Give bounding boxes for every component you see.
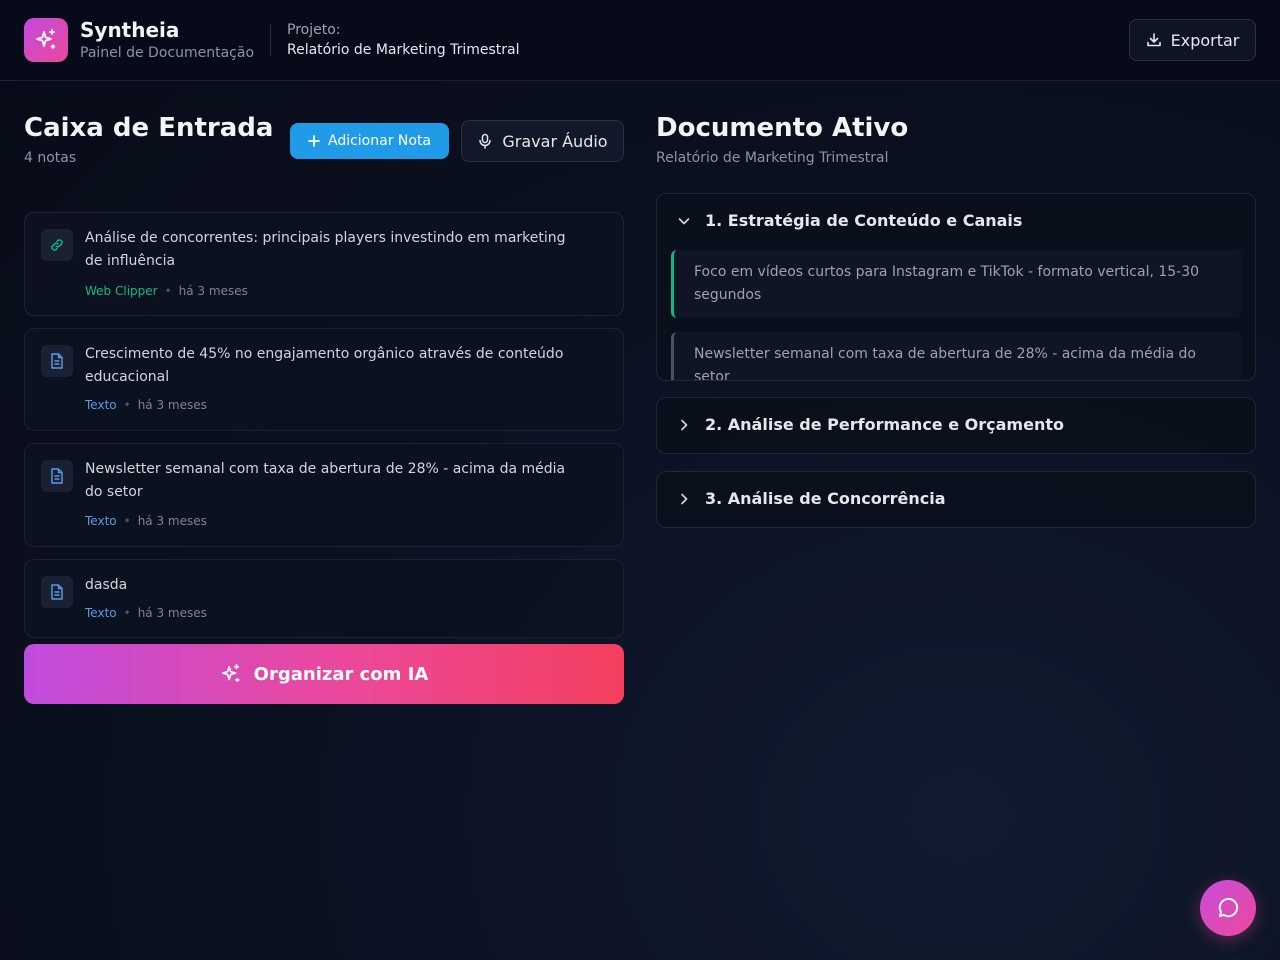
note-card[interactable]: Análise de concorrentes: principais play… [24,212,624,316]
chevron-right-icon [681,419,688,431]
organize-with-ai-button[interactable]: Organizar com IA [24,644,624,704]
note-meta: Texto • há 3 meses [85,514,207,528]
inbox-title: Caixa de Entrada [24,113,274,143]
microphone-icon [479,133,492,149]
note-source: Texto [85,514,117,528]
section-item[interactable]: Newsletter semanal com taxa de abertura … [671,332,1241,380]
chat-bubble-icon [1218,897,1239,918]
section-header[interactable]: 1. Estratégia de Conteúdo e Canais [657,194,1255,250]
chevron-right-icon [681,493,688,505]
note-meta: Texto • há 3 meses [85,398,207,412]
add-note-button[interactable]: Adicionar Nota [290,123,449,159]
section-header[interactable]: 3. Análise de Concorrência [657,472,1255,527]
record-audio-label: Gravar Áudio [502,131,608,151]
section-title: 1. Estratégia de Conteúdo e Canais [705,211,1023,230]
note-text: Newsletter semanal com taxa de abertura … [85,461,566,500]
note-time: há 3 meses [178,284,248,298]
document-section: 3. Análise de Concorrência [656,471,1256,528]
sparkles-logo-icon [24,18,68,62]
note-card[interactable]: dasda Texto • há 3 meses [24,559,624,638]
document-title: Documento Ativo [656,113,909,143]
note-source: Web Clipper [85,284,158,298]
sparkles-icon [221,664,240,683]
organize-label: Organizar com IA [253,663,429,685]
link-icon [41,229,73,261]
note-text: Crescimento de 45% no engajamento orgâni… [85,346,564,385]
note-text: Análise de concorrentes: principais play… [85,230,566,269]
document-subtitle: Relatório de Marketing Trimestral [656,150,889,166]
note-source: Texto [85,606,117,620]
document-section: 2. Análise de Performance e Orçamento [656,397,1256,454]
project-label: Projeto: [287,22,341,38]
add-note-label: Adicionar Nota [327,133,432,149]
note-time: há 3 meses [137,398,207,412]
section-title: 2. Análise de Performance e Orçamento [705,415,1064,434]
document-section: 1. Estratégia de Conteúdo e Canais Foco … [656,193,1256,381]
note-time: há 3 meses [137,606,207,620]
document-icon [41,345,73,377]
record-audio-button[interactable]: Gravar Áudio [461,120,624,162]
note-time: há 3 meses [137,514,207,528]
app-header: Syntheia Painel de Documentação Projeto:… [0,0,1280,81]
project-name: Relatório de Marketing Trimestral [287,42,520,58]
section-title: 3. Análise de Concorrência [705,489,946,508]
chevron-down-icon [678,218,690,225]
export-label: Exportar [1170,30,1240,50]
section-header[interactable]: 2. Análise de Performance e Orçamento [657,398,1255,453]
notes-count: 4 notas [24,150,77,166]
document-icon [41,576,73,608]
download-icon [1146,33,1161,47]
brand-subtitle: Painel de Documentação [80,45,255,61]
document-icon [41,460,73,492]
note-source: Texto [85,398,117,412]
note-meta: Texto • há 3 meses [85,606,207,620]
note-text: dasda [85,577,128,593]
brand-name: Syntheia [80,18,180,42]
plus-icon [308,135,320,147]
header-divider [270,24,271,56]
chat-button[interactable] [1200,880,1256,936]
note-meta: Web Clipper • há 3 meses [85,284,248,298]
export-button[interactable]: Exportar [1129,19,1256,61]
section-item[interactable]: Foco em vídeos curtos para Instagram e T… [671,250,1241,318]
note-card[interactable]: Newsletter semanal com taxa de abertura … [24,443,624,547]
note-card[interactable]: Crescimento de 45% no engajamento orgâni… [24,328,624,431]
